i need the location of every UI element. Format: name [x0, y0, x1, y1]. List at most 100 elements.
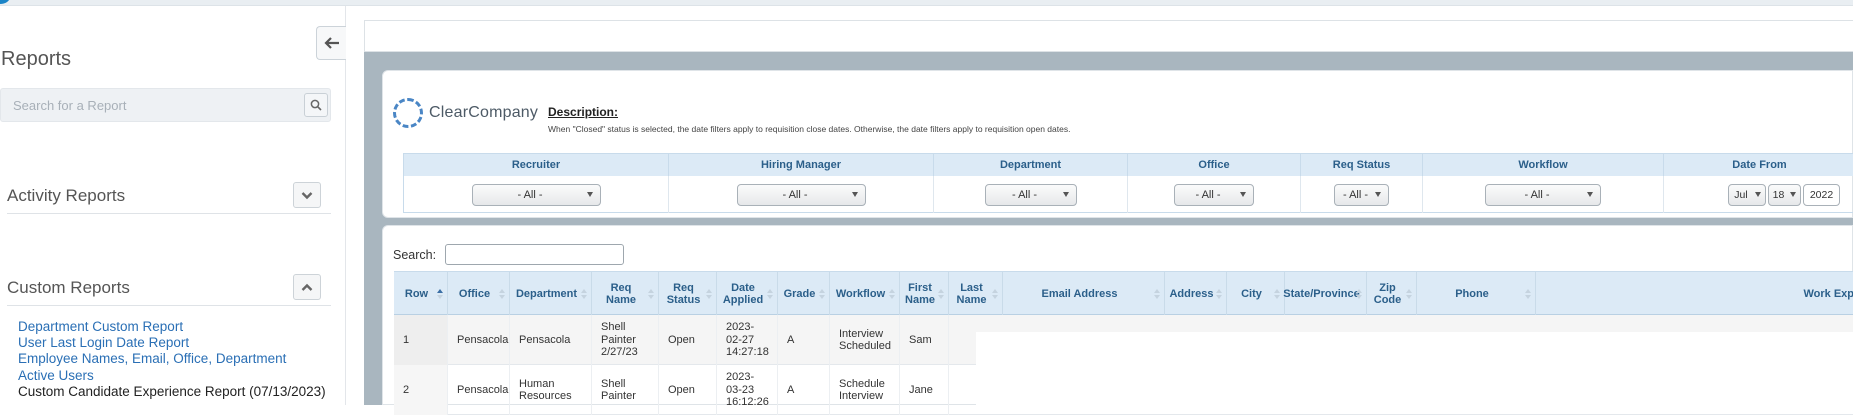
reports-sidebar: Reports Activity Reports Custom Reports …: [0, 6, 346, 405]
grid-search: Search:: [393, 244, 625, 265]
col-header-first-name[interactable]: First Name: [900, 272, 949, 316]
col-header-city[interactable]: City: [1227, 272, 1285, 316]
col-header-label: Workflow: [835, 288, 886, 300]
filter-cell-recruiter: - All -: [404, 176, 669, 213]
custom-reports-section[interactable]: Custom Reports: [7, 270, 331, 306]
col-header-label: Req Name: [606, 282, 636, 306]
cell-office: Pensacola: [448, 365, 510, 415]
report-search-button[interactable]: [304, 93, 328, 117]
grid-search-label: Search:: [393, 247, 437, 262]
report-link-employee-names[interactable]: Employee Names, Email, Office, Departmen…: [18, 351, 326, 367]
main-header-strip: [364, 20, 1853, 52]
sort-icon: [581, 289, 587, 299]
col-header-label: Req Status: [666, 282, 701, 306]
col-header-grade[interactable]: Grade: [778, 272, 830, 316]
report-link-user-last-login[interactable]: User Last Login Date Report: [18, 335, 326, 351]
col-header-office[interactable]: Office: [448, 272, 510, 316]
sort-icon: [992, 289, 998, 299]
arrow-left-icon: [323, 37, 339, 49]
dropdown-arrow-icon: [586, 191, 593, 197]
cell-date-applied: 2023-03-23 16:12:26: [717, 365, 778, 415]
sort-icon: [706, 289, 712, 299]
sort-icon: [648, 289, 654, 299]
cell-office: Pensacola: [448, 315, 510, 365]
description-title: Description:: [548, 105, 619, 119]
sort-icon: [1274, 289, 1280, 299]
col-header-state[interactable]: State/Province: [1283, 272, 1367, 316]
col-header-label: Department: [515, 288, 578, 300]
col-header-work-exp[interactable]: Work Exp: [1536, 272, 1853, 316]
clearcompany-logo: ClearCompany: [393, 98, 538, 128]
col-header-zip[interactable]: Zip Code: [1367, 272, 1417, 316]
cell-department: Human Resources: [510, 365, 592, 415]
cell-workflow: Interview Scheduled: [830, 315, 900, 365]
col-header-req-status[interactable]: Req Status: [659, 272, 717, 316]
col-header-email[interactable]: Email Address: [1003, 272, 1165, 316]
report-description: Description: When "Closed" status is sel…: [548, 105, 1070, 134]
col-header-label: Email Address: [1041, 288, 1118, 300]
workflow-select[interactable]: - All -: [1485, 183, 1601, 206]
col-header-address[interactable]: Address: [1165, 272, 1227, 316]
cell-req-name: Shell Painter: [592, 365, 659, 415]
cell-first-name: Sam: [900, 315, 949, 365]
cell-grade: A: [778, 315, 830, 365]
filter-header-department: Department: [934, 154, 1128, 176]
cell-department: Pensacola: [510, 315, 592, 365]
dropdown-arrow-icon: [1790, 191, 1796, 197]
col-header-req-name[interactable]: Req Name: [592, 272, 659, 316]
date-from-year-input[interactable]: 2022: [1803, 183, 1840, 206]
collapse-custom-reports-button[interactable]: [293, 274, 321, 300]
report-filter-panel: ClearCompany Description: When "Closed" …: [382, 70, 1853, 218]
table-header: Row Office Department Req Name Req Statu…: [394, 271, 1853, 316]
cell-row: 2: [394, 365, 448, 415]
clearcompany-logo-icon: [393, 98, 423, 128]
filter-header-date-from: Date From: [1664, 154, 1853, 176]
sort-icon: [1154, 289, 1160, 299]
sort-icon: [1525, 289, 1531, 299]
select-value: - All -: [1342, 188, 1369, 201]
date-from-day-select[interactable]: 18: [1768, 183, 1801, 206]
section-label: Custom Reports: [7, 278, 130, 297]
col-header-date-applied[interactable]: Date Applied: [717, 272, 778, 316]
cell-row: 1: [394, 315, 448, 365]
select-value: Jul: [1734, 188, 1748, 201]
dropdown-arrow-icon: [851, 191, 858, 197]
hiring-manager-select[interactable]: - All -: [736, 183, 866, 206]
cell-req-status: Open: [659, 365, 717, 415]
col-header-phone[interactable]: Phone: [1417, 272, 1536, 316]
sort-ascending-icon: [437, 289, 443, 299]
grid-search-input[interactable]: [445, 244, 625, 265]
col-header-label: City: [1241, 288, 1262, 300]
department-select[interactable]: - All -: [984, 183, 1077, 206]
custom-report-list: Department Custom Report User Last Login…: [18, 319, 326, 400]
recruiter-select[interactable]: - All -: [471, 183, 601, 206]
dropdown-arrow-icon: [1375, 191, 1381, 197]
col-header-label: Date Applied: [722, 282, 764, 306]
report-link-active-users[interactable]: Active Users: [18, 368, 326, 384]
date-from-month-select[interactable]: Jul: [1728, 183, 1766, 206]
filter-table: Recruiter Hiring Manager Department Offi…: [403, 153, 1853, 213]
select-value: - All -: [1195, 188, 1221, 201]
col-header-label: Work Exp: [1803, 288, 1853, 300]
collapse-sidebar-button[interactable]: [316, 26, 346, 60]
app-logo-icon[interactable]: [0, 0, 10, 4]
col-header-department[interactable]: Department: [510, 272, 592, 316]
col-header-workflow[interactable]: Workflow: [830, 272, 900, 316]
dropdown-arrow-icon: [1062, 191, 1069, 197]
report-link-candidate-experience[interactable]: Custom Candidate Experience Report (07/1…: [18, 384, 326, 400]
filter-header-hiring-manager: Hiring Manager: [669, 154, 934, 176]
report-search-input[interactable]: [13, 89, 293, 121]
cell-grade: A: [778, 365, 830, 415]
report-link-department-custom[interactable]: Department Custom Report: [18, 319, 326, 335]
col-header-row[interactable]: Row: [394, 272, 448, 316]
description-text: When "Closed" status is selected, the da…: [548, 124, 1071, 134]
col-header-last-name[interactable]: Last Name: [949, 272, 1003, 316]
office-select[interactable]: - All -: [1174, 183, 1254, 206]
activity-reports-section[interactable]: Activity Reports: [7, 178, 331, 214]
col-header-label: Grade: [783, 288, 816, 300]
expand-activity-reports-button[interactable]: [293, 182, 321, 208]
dropdown-arrow-icon: [1755, 191, 1761, 197]
req-status-select[interactable]: - All -: [1334, 183, 1389, 206]
filter-header-req-status: Req Status: [1301, 154, 1423, 176]
filter-cell-workflow: - All -: [1423, 176, 1664, 213]
